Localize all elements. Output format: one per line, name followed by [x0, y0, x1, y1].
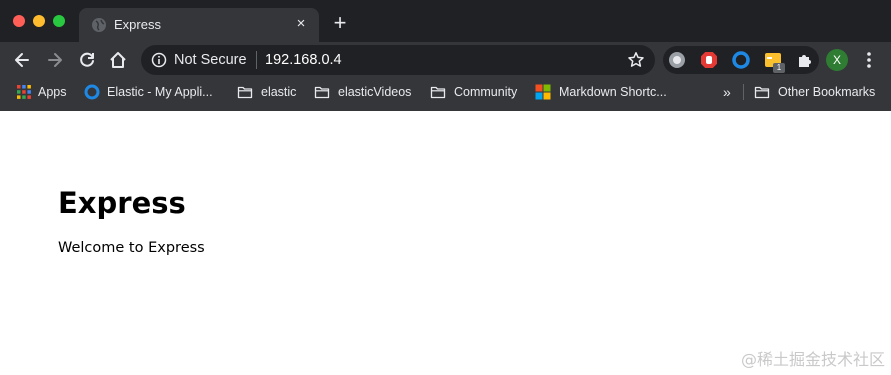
- home-icon[interactable]: [108, 50, 128, 70]
- browser-chrome: Express × + Not Secure 192.168.0.4 1 X A…: [0, 0, 891, 111]
- omnibox-divider: [256, 51, 257, 69]
- reload-icon[interactable]: [77, 50, 97, 70]
- minimize-window-button[interactable]: [33, 15, 45, 27]
- security-status[interactable]: Not Secure: [174, 52, 247, 68]
- folder-icon: [754, 86, 770, 99]
- maximize-window-button[interactable]: [53, 15, 65, 27]
- tab-strip: Express × +: [0, 0, 891, 42]
- folder-icon: [430, 86, 446, 99]
- bookmark-label: elasticVideos: [338, 85, 412, 99]
- close-window-button[interactable]: [13, 15, 25, 27]
- kebab-menu-icon[interactable]: [860, 50, 878, 70]
- puzzle-icon[interactable]: [796, 51, 814, 69]
- extension-badge: 1: [773, 63, 785, 73]
- page-welcome-text: Welcome to Express: [58, 240, 205, 256]
- new-tab-button[interactable]: +: [330, 12, 350, 34]
- page-heading: Express: [58, 186, 186, 220]
- url-text[interactable]: 192.168.0.4: [265, 52, 342, 68]
- watermark: @稀土掘金技术社区: [740, 350, 885, 369]
- blue-ring-icon: [84, 84, 100, 100]
- globe-icon: [92, 18, 106, 32]
- profile-avatar[interactable]: X: [826, 49, 848, 71]
- folder-icon: [237, 86, 253, 99]
- bookmark-label: Elastic - My Appli...: [107, 85, 213, 99]
- microsoft-logo-icon: [535, 84, 551, 100]
- adblock-icon[interactable]: [700, 51, 718, 69]
- forward-arrow-icon[interactable]: [45, 50, 65, 70]
- tab-close-icon[interactable]: ×: [292, 15, 310, 33]
- bookmark-star-icon[interactable]: [627, 51, 645, 69]
- info-icon[interactable]: [151, 52, 167, 68]
- address-bar[interactable]: Not Secure 192.168.0.4: [141, 45, 655, 75]
- more-bookmarks-chevron-icon[interactable]: »: [723, 82, 731, 102]
- tab-title: Express: [114, 17, 161, 32]
- bookmark-divider: [743, 84, 744, 100]
- extension-blue-ring-icon[interactable]: [732, 51, 750, 69]
- bookmark-label: Markdown Shortc...: [559, 85, 667, 99]
- bookmark-label: Community: [454, 85, 518, 99]
- bookmark-label: elastic: [261, 85, 297, 99]
- folder-icon: [314, 86, 330, 99]
- apps-grid-icon: [17, 85, 31, 99]
- back-arrow-icon[interactable]: [12, 50, 32, 70]
- extension-gray-circle-icon[interactable]: [668, 51, 686, 69]
- tab-express[interactable]: Express ×: [79, 8, 319, 42]
- bookmark-label: Other Bookmarks: [778, 85, 876, 99]
- bookmark-label: Apps: [38, 85, 67, 99]
